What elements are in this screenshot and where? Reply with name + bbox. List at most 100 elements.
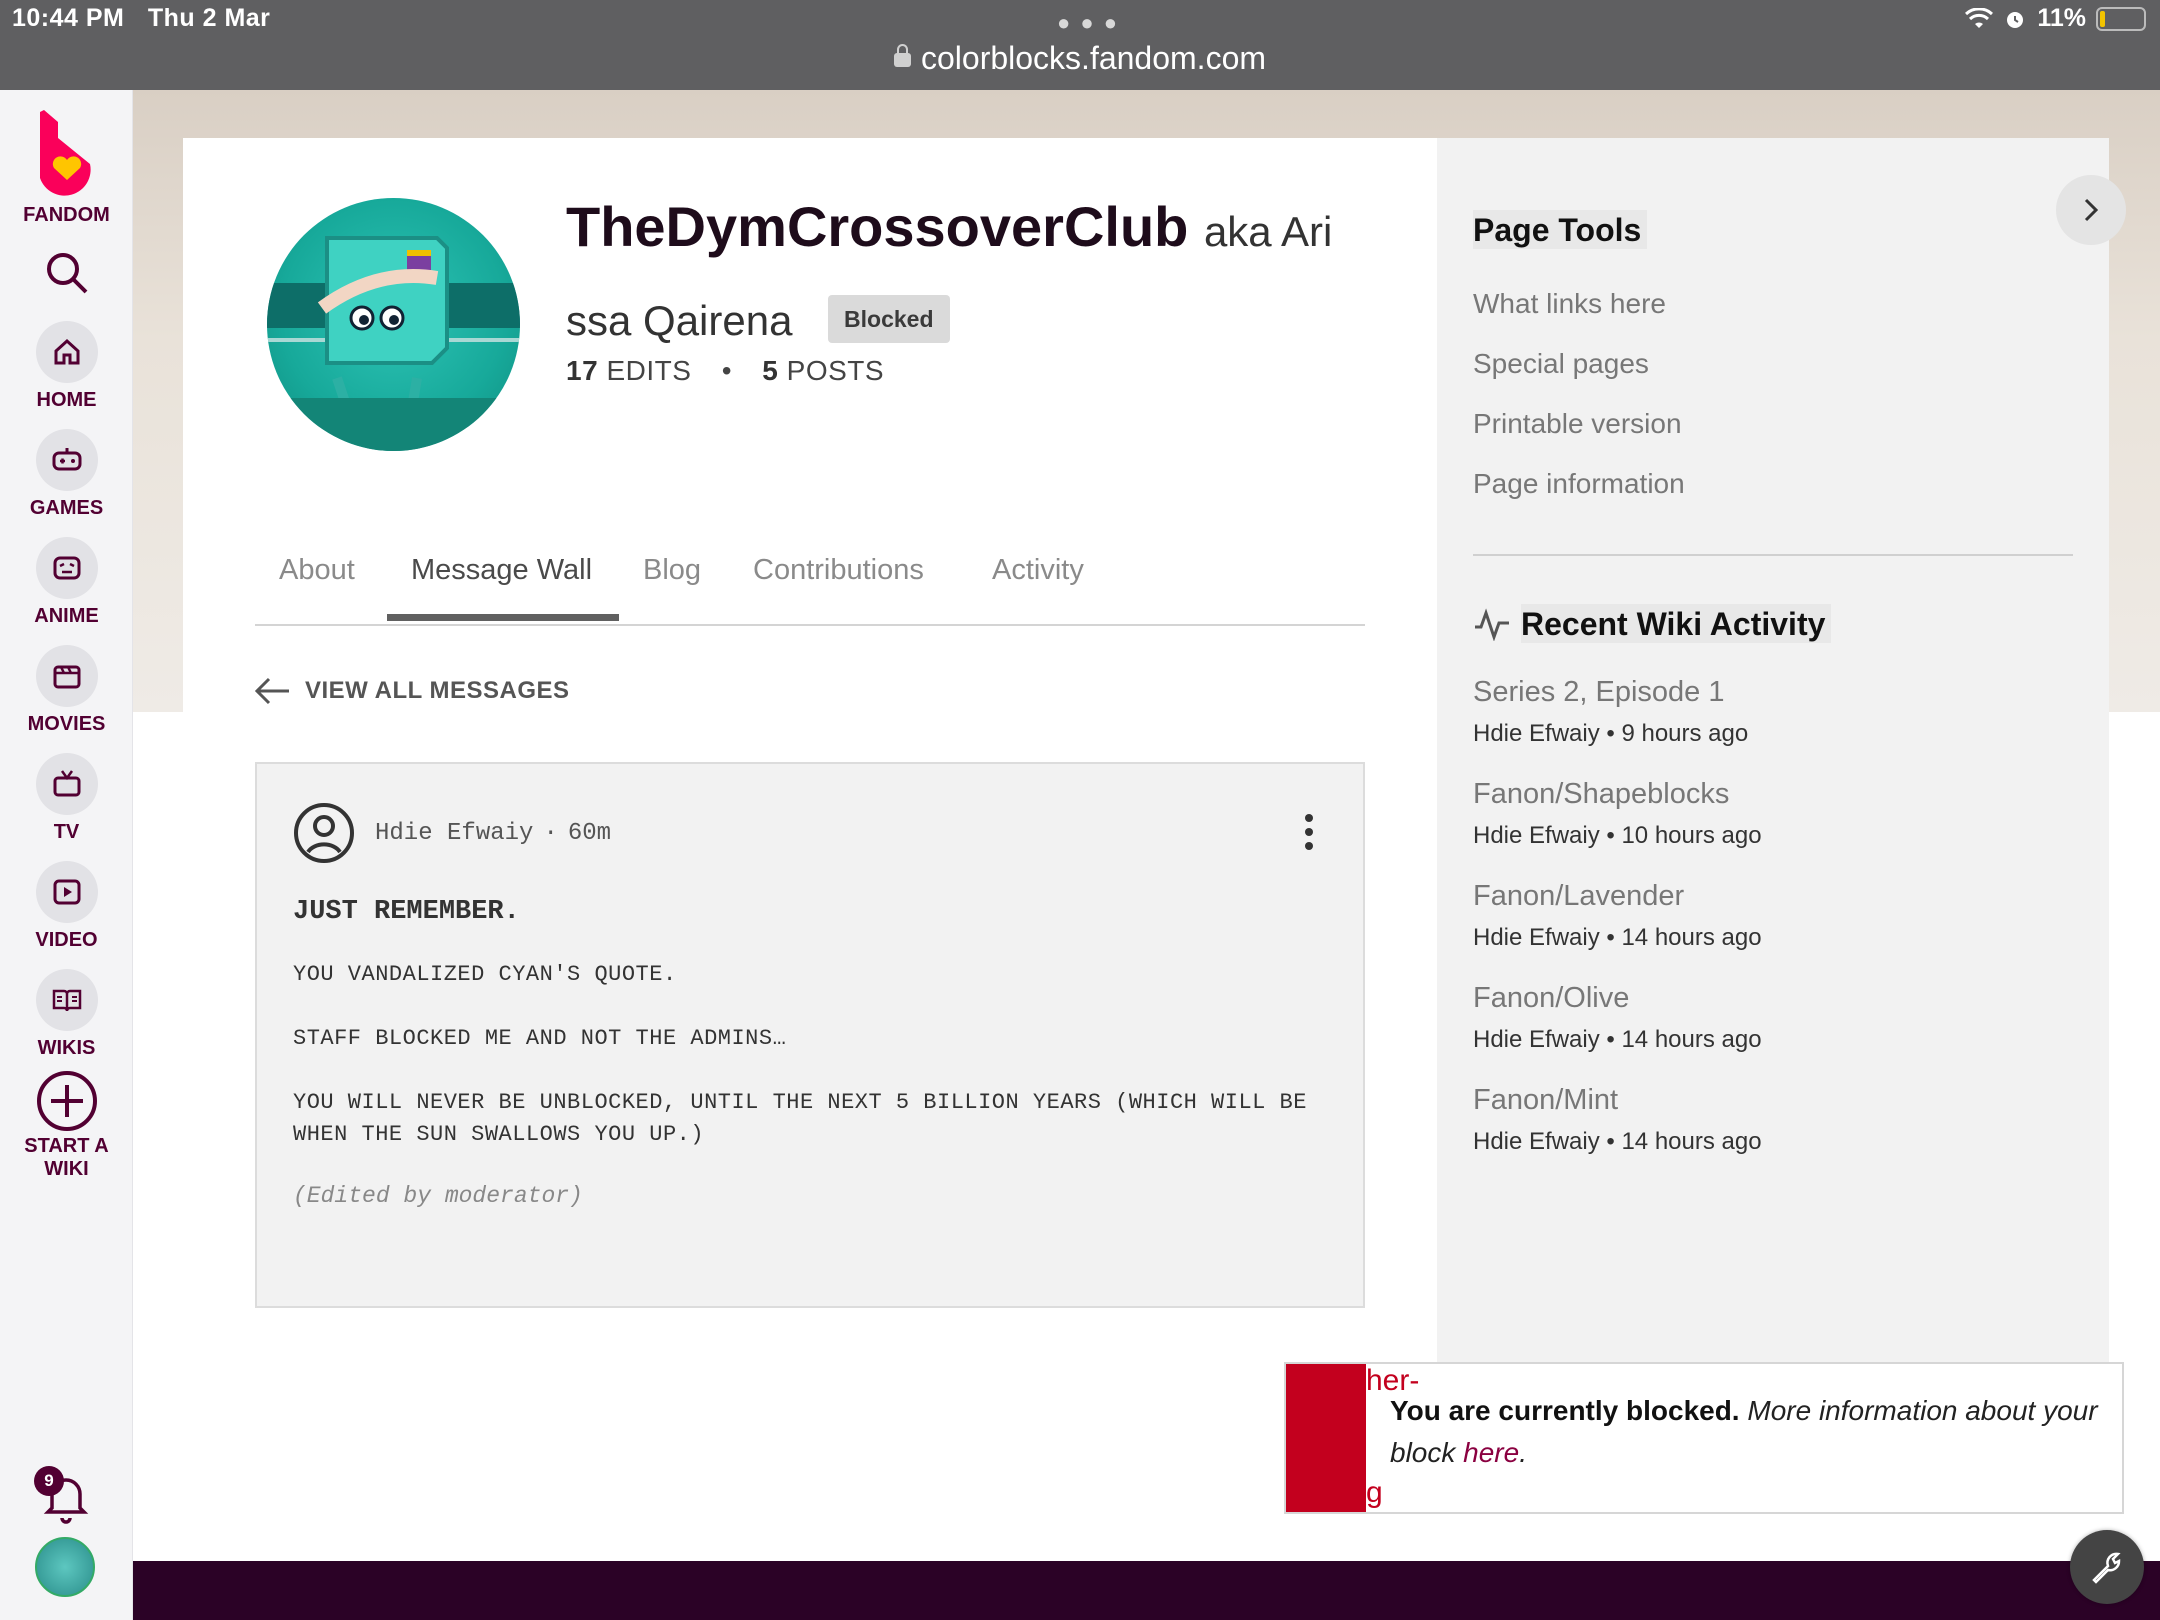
message-paragraph-1: YOU VANDALIZED CYAN'S QUOTE. (293, 962, 677, 987)
status-date: Thu 2 Mar (147, 4, 271, 32)
activity-meta-5: Hdie Efwaiy • 14 hours ago (1473, 1128, 1762, 1155)
tool-what-links-here[interactable]: What links here (1473, 288, 1666, 320)
status-icons: 11% (1965, 4, 2146, 33)
profile-avatar (267, 198, 520, 451)
right-rail (1437, 138, 2109, 1363)
activity-meta-2: Hdie Efwaiy • 10 hours ago (1473, 822, 1762, 849)
browser-chrome: 10:44 PM Thu 2 Mar ● ● ● 11% colorblocks… (0, 0, 2160, 90)
nav-anime[interactable]: ANIME (0, 537, 133, 628)
profile-aka-continued: ssa Qairena (566, 297, 793, 344)
start-wiki-label-2: WIKI (44, 1158, 89, 1180)
block-info-link[interactable]: here (1463, 1437, 1519, 1468)
message-paragraph-2: STAFF BLOCKED ME AND NOT THE ADMINS… (293, 1026, 787, 1051)
wifi-icon (1965, 7, 1994, 28)
tool-page-information[interactable]: Page information (1473, 468, 1685, 500)
tools-button[interactable] (2070, 1530, 2144, 1604)
blocked-notice: her- g You are currently blocked. More i… (1284, 1362, 2124, 1514)
search-icon (46, 253, 87, 294)
view-all-messages-label: VIEW ALL MESSAGES (305, 677, 570, 704)
nav-video-label: VIDEO (35, 929, 98, 951)
profile-aka: aka Ari (1203, 208, 1333, 255)
fandom-logo[interactable]: FANDOM (0, 108, 133, 227)
multitasking-dots[interactable]: ● ● ● (1057, 10, 1119, 36)
page-tools-title: Page Tools (1473, 210, 1648, 249)
anime-icon (53, 556, 80, 580)
collapse-rail-button[interactable] (2056, 175, 2126, 245)
fandom-sidebar: FANDOM HOME GAMES ANIME MOVIES TV VIDEO … (0, 90, 133, 1620)
tab-activity[interactable]: Activity (992, 554, 1084, 587)
profile-name: TheDymCrossoverClub aka Ari ssa Qairena … (566, 185, 1356, 363)
activity-title-3[interactable]: Fanon/Lavender (1473, 880, 1684, 913)
profile-username: TheDymCrossoverClub (566, 195, 1189, 258)
plus-circle-icon (36, 1071, 97, 1131)
nav-games[interactable]: GAMES (0, 429, 133, 520)
activity-title-4[interactable]: Fanon/Olive (1473, 982, 1629, 1015)
blocked-badge: Blocked (828, 295, 950, 343)
search-button[interactable] (0, 250, 133, 296)
tab-message-wall[interactable]: Message Wall (411, 554, 592, 587)
gamepad-icon (52, 448, 81, 471)
nav-tv-label: TV (53, 821, 80, 843)
blocked-notice-period: . (1519, 1437, 1527, 1468)
global-footer (133, 1561, 2160, 1620)
status-clock: 10:44 PM Thu 2 Mar (12, 4, 286, 33)
blocked-notice-text: You are currently blocked. More informat… (1390, 1390, 2100, 1474)
view-all-messages-link[interactable]: VIEW ALL MESSAGES (253, 676, 570, 706)
activity-title-1[interactable]: Series 2, Episode 1 (1473, 676, 1724, 709)
nav-wikis[interactable]: WIKIS (0, 969, 133, 1060)
chevron-right-icon (2084, 198, 2099, 222)
tab-about[interactable]: About (279, 554, 355, 587)
activity-meta-3: Hdie Efwaiy • 14 hours ago (1473, 924, 1762, 951)
tv-icon (53, 770, 80, 797)
tool-special-pages[interactable]: Special pages (1473, 348, 1649, 380)
recent-activity-title: Recent Wiki Activity (1521, 604, 1832, 643)
message-thread: Hdie Efwaiy · 60m JUST REMEMBER. YOU VAN… (255, 762, 1365, 1308)
message-time: 60m (567, 819, 612, 847)
message-body: JUST REMEMBER. YOU VANDALIZED CYAN'S QUO… (293, 897, 1333, 1209)
battery-icon (2096, 6, 2146, 31)
fandom-logo-label: FANDOM (23, 204, 110, 226)
recent-activity-header: Recent Wiki Activity (1473, 604, 1832, 643)
start-a-wiki-button[interactable]: START A WIKI (0, 1069, 133, 1181)
url-bar[interactable]: colorblocks.fandom.com (0, 40, 2160, 77)
edits-count: 17 (566, 355, 599, 386)
nav-video[interactable]: VIDEO (0, 861, 133, 952)
message-edited-note: (Edited by moderator) (293, 1183, 583, 1209)
message-paragraph-3: YOU WILL NEVER BE UNBLOCKED, UNTIL THE N… (293, 1090, 1307, 1147)
notification-count: 9 (34, 1466, 64, 1496)
nav-movies-label: MOVIES (27, 713, 106, 735)
tab-contributions[interactable]: Contributions (753, 554, 924, 587)
user-avatar[interactable] (35, 1537, 95, 1597)
activity-meta-1: Hdie Efwaiy • 9 hours ago (1473, 720, 1749, 747)
message-header: Hdie Efwaiy · 60m (293, 802, 611, 864)
start-wiki-label-1: START A (24, 1135, 109, 1157)
message-author[interactable]: Hdie Efwaiy (375, 820, 533, 847)
more-options-icon[interactable] (1305, 814, 1315, 856)
nav-home-label: HOME (36, 389, 97, 411)
user-avatar-icon[interactable] (293, 802, 355, 864)
activity-title-5[interactable]: Fanon/Mint (1473, 1084, 1618, 1117)
obscured-text-bottom: g (1366, 1476, 1383, 1509)
active-tab-indicator (387, 614, 619, 621)
posts-label: POSTS (786, 355, 885, 386)
tab-blog[interactable]: Blog (643, 554, 701, 587)
nav-home[interactable]: HOME (0, 321, 133, 412)
nav-games-label: GAMES (29, 497, 104, 519)
book-icon (52, 989, 81, 1012)
clapperboard-icon (53, 665, 80, 689)
activity-meta-4: Hdie Efwaiy • 14 hours ago (1473, 1026, 1762, 1053)
profile-stats: 17 EDITS • 5 POSTS (566, 355, 884, 387)
edits-label: EDITS (606, 355, 692, 386)
blocked-notice-stripe (1286, 1364, 1366, 1512)
nav-wikis-label: WIKIS (37, 1037, 96, 1059)
nav-tv[interactable]: TV (0, 753, 133, 844)
tool-printable-version[interactable]: Printable version (1473, 408, 1682, 440)
nav-movies[interactable]: MOVIES (0, 645, 133, 736)
home-icon (54, 338, 79, 365)
posts-count: 5 (762, 355, 779, 386)
lock-icon (893, 44, 911, 67)
activity-pulse-icon (1475, 607, 1509, 641)
blocked-notice-bold: You are currently blocked. (1390, 1395, 1740, 1426)
alarm-icon (2007, 11, 2024, 28)
activity-title-2[interactable]: Fanon/Shapeblocks (1473, 778, 1729, 811)
